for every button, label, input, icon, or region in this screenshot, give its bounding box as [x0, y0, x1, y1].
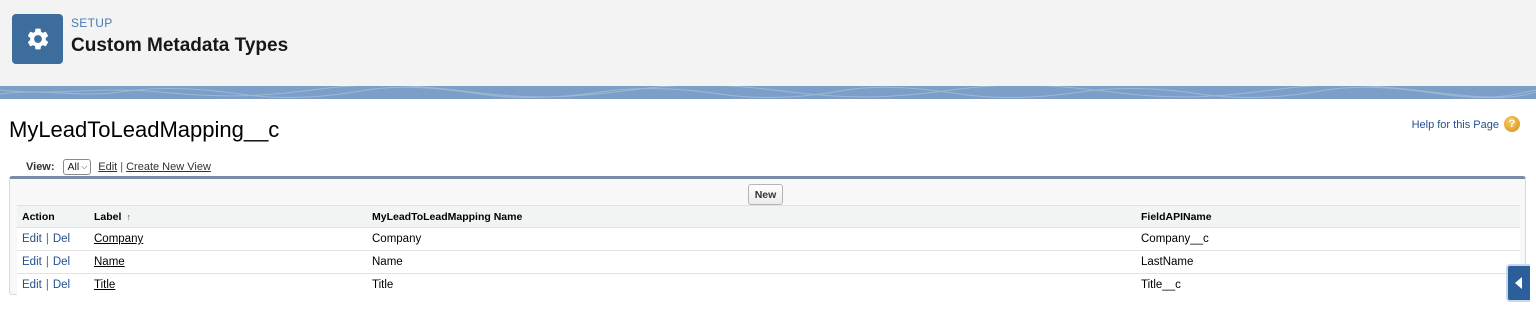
- collapse-panel-tab[interactable]: [1506, 264, 1530, 302]
- field-cell: Company__c: [1136, 227, 1520, 251]
- records-table: Action Label ↑ MyLeadToLeadMapping Name F…: [17, 205, 1520, 297]
- field-cell: Title__c: [1141, 279, 1181, 292]
- record-label-link[interactable]: Name: [94, 256, 125, 268]
- label-cell: Name: [89, 250, 367, 274]
- action-separator: |: [45, 233, 49, 245]
- table-row: Edit | Del Name Name LastName: [17, 250, 1520, 274]
- label-cell: Company: [89, 227, 367, 251]
- gear-icon: [12, 14, 63, 64]
- name-cell: Title: [372, 279, 394, 292]
- view-select[interactable]: All ⌵: [62, 159, 92, 175]
- chevron-down-icon: ⌵: [81, 162, 88, 171]
- column-header-name[interactable]: MyLeadToLeadMapping Name: [367, 205, 1136, 228]
- decorative-band: [0, 86, 1536, 99]
- column-header-field[interactable]: FieldAPIName: [1136, 205, 1520, 228]
- sort-ascending-icon: ↑: [126, 211, 131, 222]
- label-cell: Title: [89, 274, 367, 297]
- view-row: View: All ⌵ Edit | Create New View: [26, 159, 211, 175]
- name-cell: Name: [367, 250, 1136, 274]
- setup-kicker: SETUP: [71, 16, 113, 30]
- list-view-box: New Action Label ↑ MyLeadToLeadMapping Na…: [9, 176, 1526, 297]
- action-separator: |: [45, 279, 49, 292]
- column-header-label[interactable]: Label ↑: [89, 205, 367, 228]
- record-label-link[interactable]: Title: [94, 279, 115, 291]
- setup-header: SETUP Custom Metadata Types: [0, 0, 1536, 86]
- new-button[interactable]: New: [748, 184, 783, 205]
- edit-link[interactable]: Edit: [22, 233, 42, 245]
- edit-link[interactable]: Edit: [22, 256, 42, 268]
- del-link[interactable]: Del: [53, 256, 70, 268]
- view-label: View:: [26, 161, 55, 173]
- help-link[interactable]: Help for this Page: [1412, 119, 1499, 131]
- table-row: Edit | Del Company Company Company__c: [17, 227, 1520, 251]
- page-title: MyLeadToLeadMapping__c: [9, 117, 280, 142]
- question-circle-icon[interactable]: ?: [1504, 116, 1520, 132]
- row-actions: Edit | Del: [17, 250, 89, 274]
- row-actions: Edit | Del: [17, 227, 89, 251]
- edit-view-link[interactable]: Edit: [98, 161, 117, 173]
- column-header-label-text: Label: [94, 210, 122, 223]
- caret-left-icon: [1515, 277, 1522, 289]
- column-header-action: Action: [17, 205, 89, 228]
- view-separator: |: [120, 161, 124, 173]
- table-row: Edit | Del Title Title Title__c: [17, 274, 1520, 297]
- create-new-view-link[interactable]: Create New View: [126, 161, 211, 173]
- field-cell: LastName: [1136, 250, 1520, 274]
- view-select-value: All: [67, 161, 80, 173]
- action-separator: |: [45, 256, 49, 268]
- record-label-link[interactable]: Company: [94, 233, 143, 245]
- row-actions: Edit | Del: [17, 274, 89, 297]
- name-cell: Company: [367, 227, 1136, 251]
- del-link[interactable]: Del: [53, 233, 70, 245]
- edit-link[interactable]: Edit: [22, 279, 42, 291]
- table-header-row: Action Label ↑ MyLeadToLeadMapping Name F…: [17, 205, 1520, 228]
- setup-title: Custom Metadata Types: [71, 35, 289, 56]
- del-link[interactable]: Del: [53, 279, 70, 291]
